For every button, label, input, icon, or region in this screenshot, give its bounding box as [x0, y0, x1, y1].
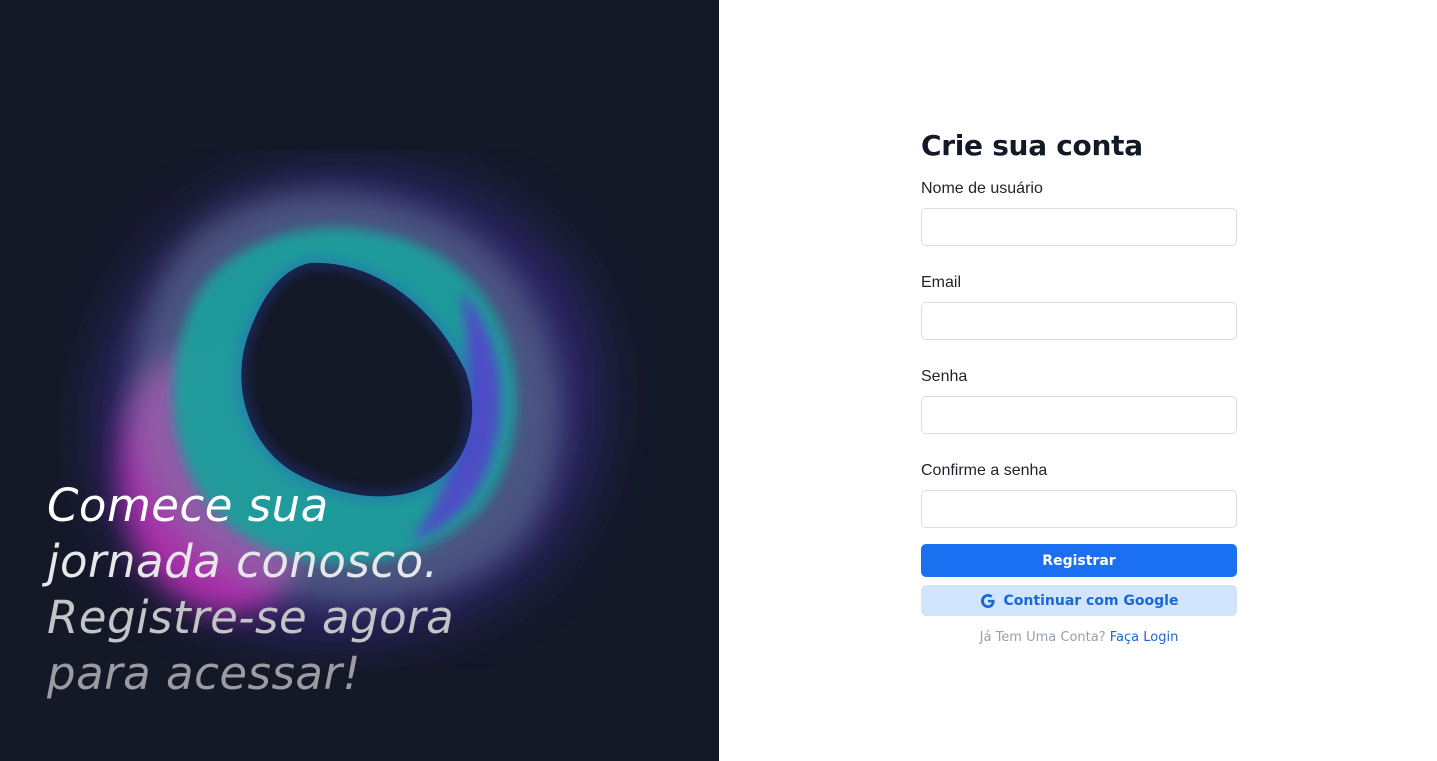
google-button-label: Continuar com Google: [1003, 592, 1179, 609]
username-field[interactable]: [921, 208, 1237, 246]
register-page: Comece sua jornada conosco. Registre-se …: [0, 0, 1437, 761]
google-signin-button[interactable]: Continuar com Google: [921, 585, 1237, 616]
email-field[interactable]: [921, 302, 1237, 340]
confirm-password-field[interactable]: [921, 490, 1237, 528]
hero-panel: Comece sua jornada conosco. Registre-se …: [0, 0, 719, 761]
form-panel: Crie sua conta Nome de usuário Email Sen…: [719, 0, 1437, 761]
login-prompt: Já Tem Uma Conta? Faça Login: [921, 630, 1237, 646]
hero-line-2: jornada conosco.: [47, 535, 439, 588]
hero-line-4: para acessar!: [47, 647, 362, 700]
password-label: Senha: [921, 368, 968, 385]
register-button[interactable]: Registrar: [921, 544, 1237, 577]
hero-headline: Comece sua jornada conosco. Registre-se …: [47, 478, 607, 702]
login-link[interactable]: Faça Login: [1110, 630, 1179, 645]
hero-line-3: Registre-se agora: [47, 591, 455, 644]
password-field[interactable]: [921, 396, 1237, 434]
username-label: Nome de usuário: [921, 180, 1043, 197]
hero-line-1: Comece sua: [47, 479, 329, 532]
confirm-password-label: Confirme a senha: [921, 462, 1048, 479]
register-form: Crie sua conta Nome de usuário Email Sen…: [921, 128, 1237, 646]
email-label: Email: [921, 274, 962, 291]
google-icon: [980, 593, 996, 609]
register-button-label: Registrar: [1042, 552, 1116, 569]
page-title: Crie sua conta: [921, 129, 1143, 162]
have-account-text: Já Tem Uma Conta?: [979, 630, 1106, 645]
